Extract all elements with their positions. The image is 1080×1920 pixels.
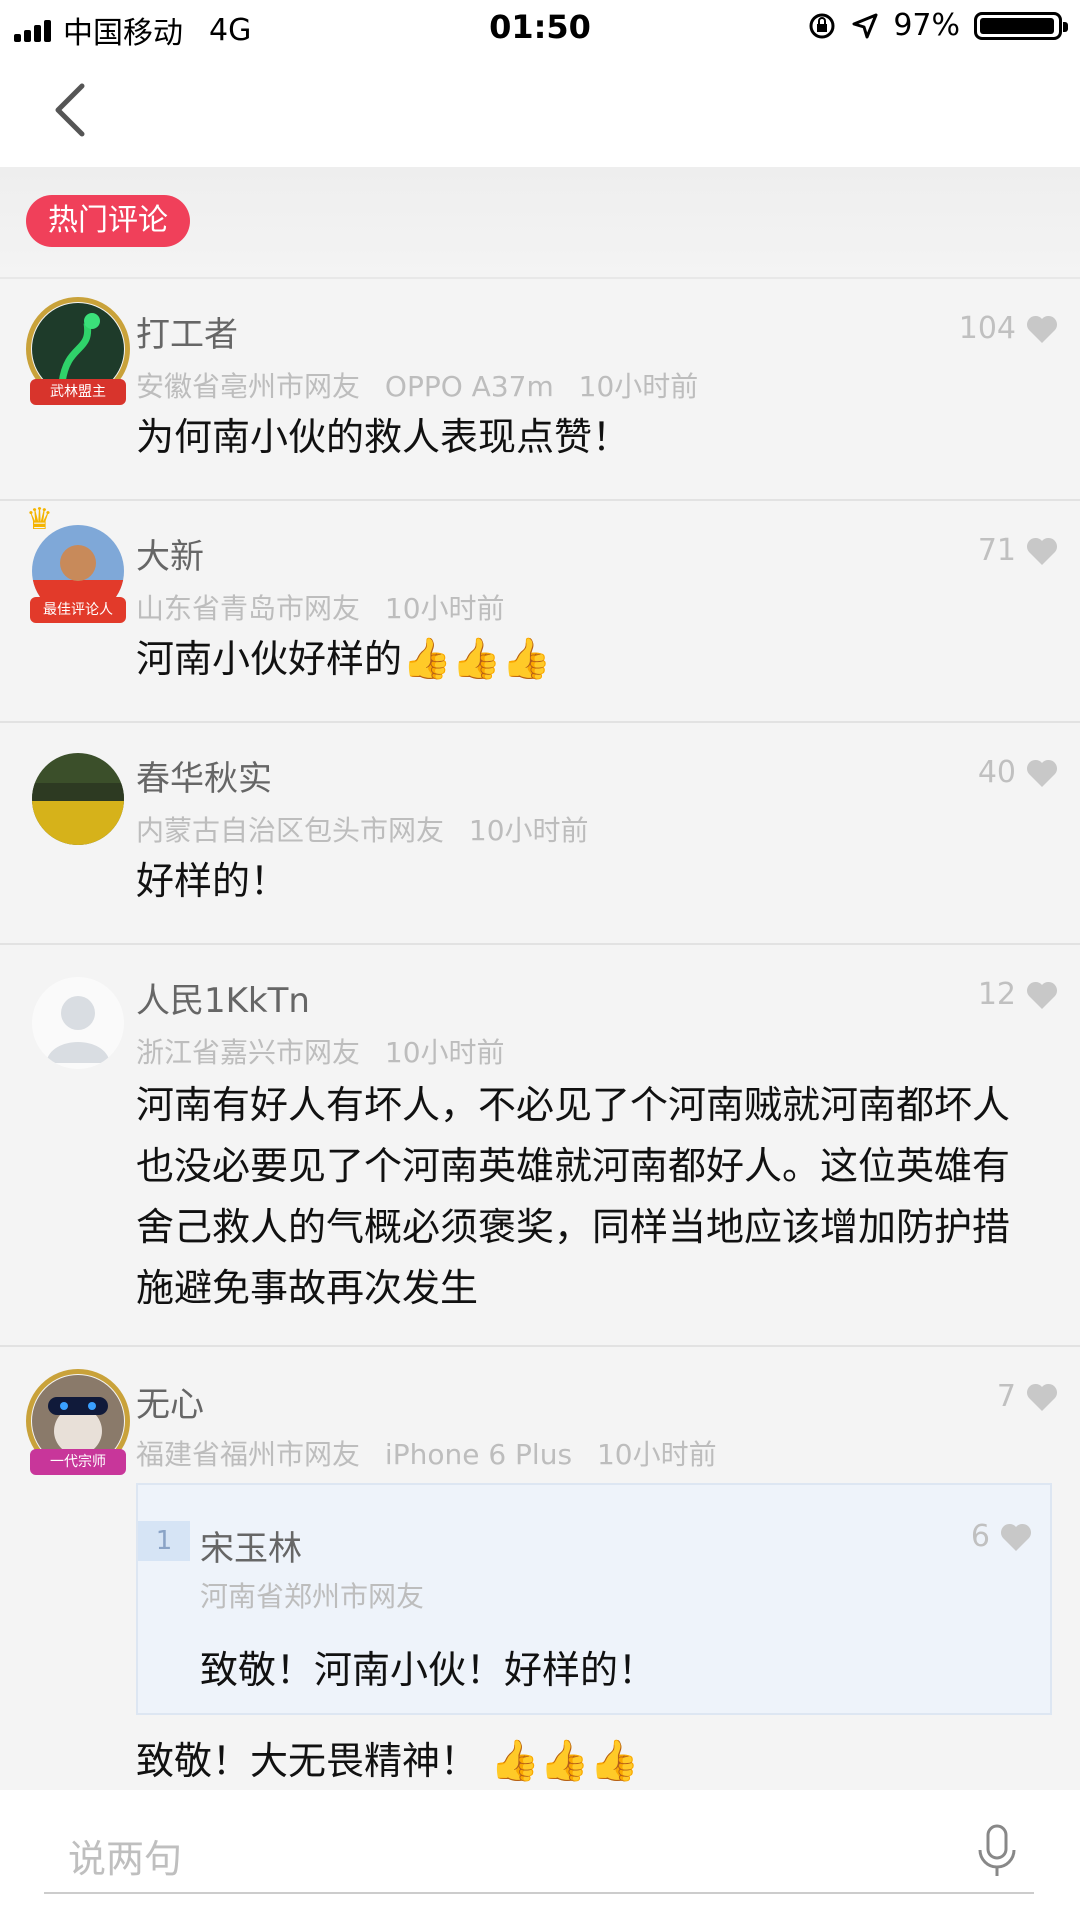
comment-meta: 内蒙古自治区包头市网友 10小时前	[136, 809, 605, 849]
comment-location: 安徽省亳州市网友	[136, 370, 361, 403]
heart-icon	[1026, 981, 1058, 1009]
comment-location: 浙江省嘉兴市网友	[136, 1036, 361, 1069]
reply-author[interactable]: 宋玉林	[200, 1521, 302, 1570]
comment-author[interactable]: 春华秋实	[136, 751, 272, 800]
location-arrow-icon	[852, 13, 878, 38]
comment-item: ♛ 最佳评论人 大新 71 山东省青岛市网友 10小时前 河南小伙好样的👍👍👍	[0, 501, 1080, 723]
like-button[interactable]: 71	[978, 533, 1058, 568]
nav-bar	[0, 54, 1080, 167]
like-button[interactable]: 104	[959, 311, 1058, 346]
input-underline	[44, 1892, 1034, 1894]
heart-icon	[1026, 759, 1058, 787]
avatar[interactable]	[32, 977, 124, 1069]
comment-time: 10小时前	[384, 592, 505, 625]
back-icon[interactable]	[44, 80, 104, 140]
comment-time: 10小时前	[384, 1036, 505, 1069]
microphone-icon[interactable]	[974, 1822, 1020, 1882]
hot-comments-tag: 热门评论	[26, 195, 190, 247]
like-count: 12	[977, 977, 1016, 1012]
comment-location: 福建省福州市网友	[136, 1438, 361, 1471]
comment-location: 山东省青岛市网友	[136, 592, 361, 625]
comment-item: 春华秋实 40 内蒙古自治区包头市网友 10小时前 好样的！	[0, 723, 1080, 945]
comment-author[interactable]: 打工者	[136, 307, 238, 356]
avatar-badge: 武林盟主	[30, 379, 126, 405]
like-count: 104	[958, 311, 1016, 346]
comment-input[interactable]: 说两句	[68, 1828, 182, 1883]
battery-icon	[974, 11, 1068, 40]
like-button[interactable]: 7	[997, 1379, 1058, 1414]
like-button[interactable]: 12	[978, 977, 1058, 1012]
comment-item: 武林盟主 打工者 104 安徽省亳州市网友 OPPO A37m 10小时前 为何…	[0, 279, 1080, 501]
like-button[interactable]: 40	[978, 755, 1058, 790]
like-count: 6	[970, 1519, 990, 1554]
comment-item: 人民1KkTn 12 浙江省嘉兴市网友 10小时前 河南有好人有坏人，不必见了个…	[0, 945, 1080, 1347]
hot-comments-header: 热门评论	[0, 167, 1080, 279]
like-count: 7	[996, 1379, 1016, 1414]
avatar-badge: 一代宗师	[30, 1449, 126, 1475]
comment-meta: 浙江省嘉兴市网友 10小时前	[136, 1031, 521, 1071]
comment-text: 好样的！	[136, 859, 289, 903]
avatar[interactable]	[32, 753, 124, 845]
reply-text: 致敬！河南小伙！好样的！	[200, 1648, 657, 1692]
heart-icon	[1026, 537, 1058, 565]
comment-text-body: 致敬！大无畏精神！	[136, 1739, 479, 1783]
comment-meta: 安徽省亳州市网友 OPPO A37m 10小时前	[136, 365, 714, 405]
comment-location: 内蒙古自治区包头市网友	[136, 814, 445, 847]
like-count: 71	[977, 533, 1016, 568]
comment-input-bar: 说两句	[0, 1790, 1080, 1920]
battery-percent: 97%	[893, 8, 960, 43]
reply-location: 河南省郑州市网友	[200, 1580, 425, 1613]
comment-meta: 山东省青岛市网友 10小时前	[136, 587, 521, 627]
comment-text-body: 河南小伙好样的	[136, 637, 403, 681]
thumbs-up-emoji: 👍👍👍	[490, 1738, 640, 1784]
comment-author[interactable]: 大新	[136, 529, 204, 578]
comment-device: OPPO A37m	[384, 370, 554, 403]
comment-text: 致敬！大无畏精神！ 👍👍👍	[136, 1731, 1036, 1790]
status-bar: 中国移动 4G 01:50 97%	[0, 0, 1080, 54]
quoted-reply[interactable]: 1 宋玉林 6 河南省郑州市网友 致敬！河南小伙！好样的！	[136, 1483, 1052, 1715]
comment-text: 为何南小伙的救人表现点赞！	[136, 415, 631, 459]
comment-time: 10小时前	[468, 814, 589, 847]
comment-device: iPhone 6 Plus	[384, 1438, 573, 1471]
comment-text: 河南小伙好样的👍👍👍	[136, 629, 1036, 690]
comment-time: 10小时前	[578, 370, 699, 403]
rotation-lock-icon	[809, 13, 835, 38]
reply-floor-index: 1	[138, 1521, 190, 1561]
comment-list[interactable]: 热门评论 武林盟主 打工者 104 安徽省亳州市网友 OPPO A37m 10小…	[0, 167, 1080, 1790]
heart-icon	[1026, 1383, 1058, 1411]
avatar-badge: 最佳评论人	[30, 597, 126, 623]
comment-time: 10小时前	[596, 1438, 717, 1471]
battery-fill	[980, 17, 1054, 34]
status-right: 97%	[807, 8, 1068, 43]
heart-icon	[1026, 315, 1058, 343]
reply-like-button[interactable]: 6	[971, 1519, 1032, 1554]
thumbs-up-emoji: 👍👍👍	[402, 636, 552, 682]
comment-author[interactable]: 无心	[136, 1377, 204, 1426]
comment-author[interactable]: 人民1KkTn	[136, 973, 310, 1022]
comment-meta: 福建省福州市网友 iPhone 6 Plus 10小时前	[136, 1433, 733, 1473]
heart-icon	[1000, 1523, 1032, 1551]
comment-text: 河南有好人有坏人，不必见了个河南贼就河南都坏人也没必要见了个河南英雄就河南都好人…	[136, 1083, 1011, 1310]
like-count: 40	[977, 755, 1016, 790]
crown-icon: ♛	[26, 502, 53, 537]
comment-item: 一代宗师 无心 7 福建省福州市网友 iPhone 6 Plus 10小时前 1…	[0, 1347, 1080, 1784]
